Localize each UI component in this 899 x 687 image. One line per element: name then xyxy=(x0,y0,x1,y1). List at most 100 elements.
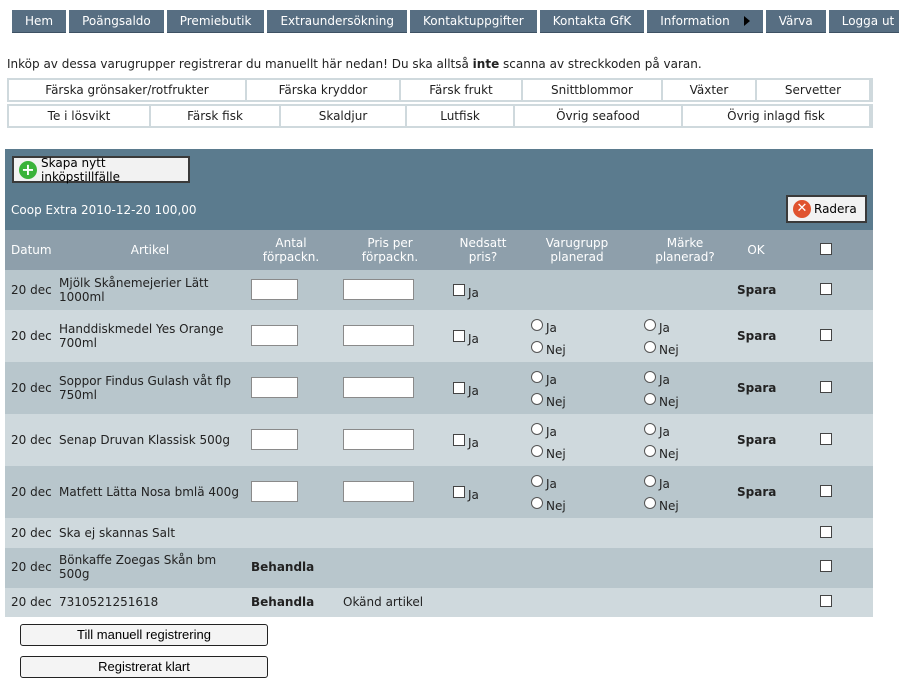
brand-planned-yes-radio[interactable] xyxy=(644,475,656,487)
category-ovrig-inlagd-fisk[interactable]: Övrig inlagd fisk xyxy=(683,106,869,126)
save-link[interactable]: Spara xyxy=(737,485,776,499)
row-checkbox[interactable] xyxy=(820,283,832,295)
save-link[interactable]: Spara xyxy=(737,329,776,343)
price-input[interactable] xyxy=(343,325,414,346)
category-farsk-fisk[interactable]: Färsk fisk xyxy=(151,106,279,126)
row-checkbox[interactable] xyxy=(820,560,832,572)
row-checkbox[interactable] xyxy=(820,595,832,607)
header-pris-line1: Pris per xyxy=(367,236,413,250)
table-row: 20 dec Ska ej skannas Salt xyxy=(5,518,873,548)
category-planned-no-radio[interactable] xyxy=(531,341,543,353)
save-link[interactable]: Spara xyxy=(737,381,776,395)
category-farska-kryddor[interactable]: Färska kryddor xyxy=(247,80,399,100)
triangle-right-icon xyxy=(743,16,750,26)
quantity-input[interactable] xyxy=(251,481,298,502)
row-article-line2: 700ml xyxy=(59,336,97,350)
brand-planned-no-radio[interactable] xyxy=(644,445,656,457)
create-purchase-label: Skapa nytt inköpstillfälle xyxy=(41,155,121,184)
row-article: Senap Druvan Klassisk 500g xyxy=(59,433,230,447)
close-icon: ✕ xyxy=(793,200,811,218)
category-vaxter[interactable]: Växter xyxy=(663,80,755,100)
nav-hem[interactable]: Hem xyxy=(12,10,67,33)
radio-label-no: Nej xyxy=(546,447,566,461)
category-planned-no-radio[interactable] xyxy=(531,445,543,457)
discount-checkbox[interactable] xyxy=(453,486,465,498)
radio-label-yes: Ja xyxy=(546,477,557,491)
row-article: Ska ej skannas Salt xyxy=(59,526,176,540)
save-link[interactable]: Spara xyxy=(737,283,776,297)
brand-planned-yes-radio[interactable] xyxy=(644,423,656,435)
category-lutfisk[interactable]: Lutfisk xyxy=(407,106,513,126)
nav-logga-ut[interactable]: Logga ut xyxy=(828,10,899,33)
discount-checkbox[interactable] xyxy=(453,330,465,342)
quantity-input[interactable] xyxy=(251,429,298,450)
radio-label-yes: Ja xyxy=(546,321,557,335)
header-pris-line2: förpackn. xyxy=(361,250,419,264)
nav-information[interactable]: Information xyxy=(647,10,763,33)
quantity-input[interactable] xyxy=(251,279,298,300)
row-checkbox[interactable] xyxy=(820,381,832,393)
radio-label-yes: Ja xyxy=(659,373,670,387)
top-navigation: Hem Poängsaldo Premiebutik Extraundersök… xyxy=(12,10,899,33)
price-input[interactable] xyxy=(343,377,414,398)
price-input[interactable] xyxy=(343,279,414,300)
discount-checkbox[interactable] xyxy=(453,434,465,446)
radio-label-no: Nej xyxy=(659,499,679,513)
category-planned-yes-radio[interactable] xyxy=(531,423,543,435)
row-checkbox[interactable] xyxy=(820,526,832,538)
category-planned-no-radio[interactable] xyxy=(531,497,543,509)
registration-done-button[interactable]: Registrerat klart xyxy=(20,656,268,678)
select-all-checkbox[interactable] xyxy=(820,243,832,255)
nav-varva[interactable]: Värva xyxy=(765,10,826,33)
nav-kontaktuppgifter[interactable]: Kontaktuppgifter xyxy=(409,10,537,33)
brand-planned-no-radio[interactable] xyxy=(644,497,656,509)
category-planned-yes-radio[interactable] xyxy=(531,475,543,487)
category-planned-no-radio[interactable] xyxy=(531,393,543,405)
brand-planned-yes-radio[interactable] xyxy=(644,371,656,383)
manual-registration-button[interactable]: Till manuell registrering xyxy=(20,624,268,646)
row-date: 20 dec xyxy=(11,595,52,609)
category-snittblommor[interactable]: Snittblommor xyxy=(523,80,661,100)
row-article-line1: Bönkaffe Zoegas Skån bm xyxy=(59,553,217,567)
save-link[interactable]: Spara xyxy=(737,433,776,447)
discount-checkbox[interactable] xyxy=(453,382,465,394)
nav-poangsaldo[interactable]: Poängsaldo xyxy=(69,10,164,33)
price-input[interactable] xyxy=(343,429,414,450)
quantity-input[interactable] xyxy=(251,377,298,398)
category-ovrig-seafood[interactable]: Övrig seafood xyxy=(515,106,681,126)
category-planned-yes-radio[interactable] xyxy=(531,371,543,383)
delete-button[interactable]: ✕ Radera xyxy=(786,195,867,223)
category-servetter[interactable]: Servetter xyxy=(757,80,869,100)
category-te-i-losvikt[interactable]: Te i lösvikt xyxy=(9,106,149,126)
process-link[interactable]: Behandla xyxy=(251,595,314,609)
receipt-summary: Coop Extra 2010-12-20 100,00 xyxy=(11,203,197,217)
row-article: Mjölk Skånemejerier Lätt 1000ml xyxy=(59,276,208,304)
brand-planned-no-radio[interactable] xyxy=(644,393,656,405)
category-farska-gronsaker[interactable]: Färska grönsaker/rotfrukter xyxy=(9,80,245,100)
price-input[interactable] xyxy=(343,481,414,502)
nav-premiebutik[interactable]: Premiebutik xyxy=(166,10,265,33)
category-skaldjur[interactable]: Skaldjur xyxy=(281,106,405,126)
category-planned-yes-radio[interactable] xyxy=(531,319,543,331)
row-checkbox[interactable] xyxy=(820,329,832,341)
discount-checkbox[interactable] xyxy=(453,284,465,296)
discount-label: Ja xyxy=(468,286,479,300)
category-farsk-frukt[interactable]: Färsk frukt xyxy=(401,80,521,100)
brand-planned-yes-radio[interactable] xyxy=(644,319,656,331)
brand-planned-no-radio[interactable] xyxy=(644,341,656,353)
header-ok: OK xyxy=(747,243,765,257)
radio-label-no: Nej xyxy=(659,343,679,357)
nav-extraundersokning[interactable]: Extraundersökning xyxy=(267,10,407,33)
intro-after: scanna av streckkoden på varan. xyxy=(499,57,702,71)
nav-kontakta-gfk[interactable]: Kontakta GfK xyxy=(539,10,645,33)
create-purchase-button[interactable]: + Skapa nytt inköpstillfälle xyxy=(12,155,190,184)
row-article: Soppor Findus Gulash våt flp 750ml xyxy=(59,374,231,402)
header-marke-line2: planerad? xyxy=(655,250,715,264)
row-date: 20 dec xyxy=(11,560,52,574)
radio-label-yes: Ja xyxy=(659,425,670,439)
row-checkbox[interactable] xyxy=(820,485,832,497)
row-checkbox[interactable] xyxy=(820,433,832,445)
process-link[interactable]: Behandla xyxy=(251,560,314,574)
row-article-line2: 500g xyxy=(59,567,90,581)
quantity-input[interactable] xyxy=(251,325,298,346)
